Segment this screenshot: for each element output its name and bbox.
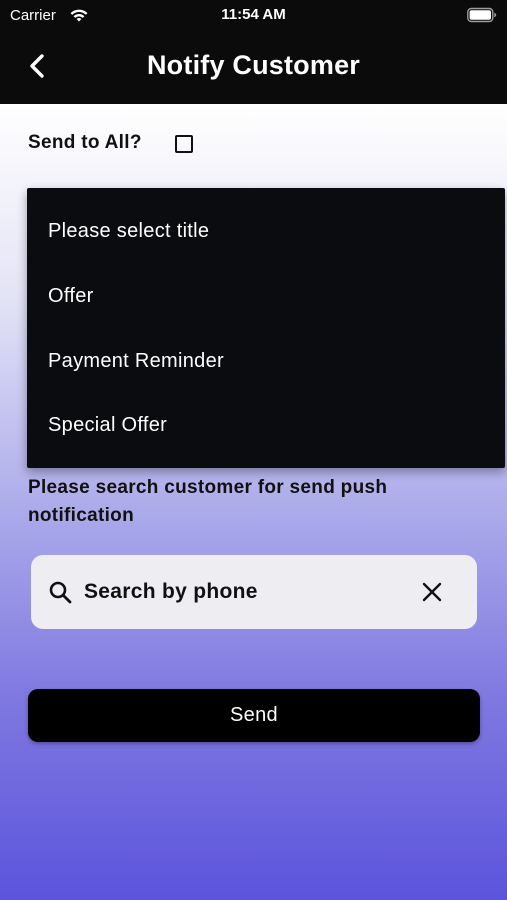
send-to-all-row: Send to All? [28, 132, 193, 158]
search-input[interactable] [84, 577, 404, 607]
search-field[interactable] [31, 555, 477, 629]
status-bar: Carrier 11:54 AM [0, 0, 507, 32]
dropdown-option-payment-reminder[interactable]: Payment Reminder [27, 329, 505, 393]
title-dropdown-menu: Please select title Offer Payment Remind… [27, 188, 505, 468]
send-to-all-label: Send to All? [28, 132, 142, 153]
battery-icon [467, 7, 497, 23]
send-button[interactable]: Send [28, 689, 480, 742]
dropdown-option-offer[interactable]: Offer [27, 264, 505, 328]
search-icon [49, 581, 72, 604]
page-title: Notify Customer [146, 50, 360, 80]
search-instruction: Please search customer for send push not… [28, 477, 388, 526]
status-time: 11:54 AM [221, 6, 286, 23]
dropdown-option-please-select-title[interactable]: Please select title [27, 199, 505, 263]
dropdown-option-special-offer[interactable]: Special Offer [27, 393, 505, 457]
nav-bar: Notify Customer [0, 32, 507, 104]
send-to-all-checkbox[interactable] [175, 135, 193, 153]
close-icon[interactable] [421, 581, 443, 603]
